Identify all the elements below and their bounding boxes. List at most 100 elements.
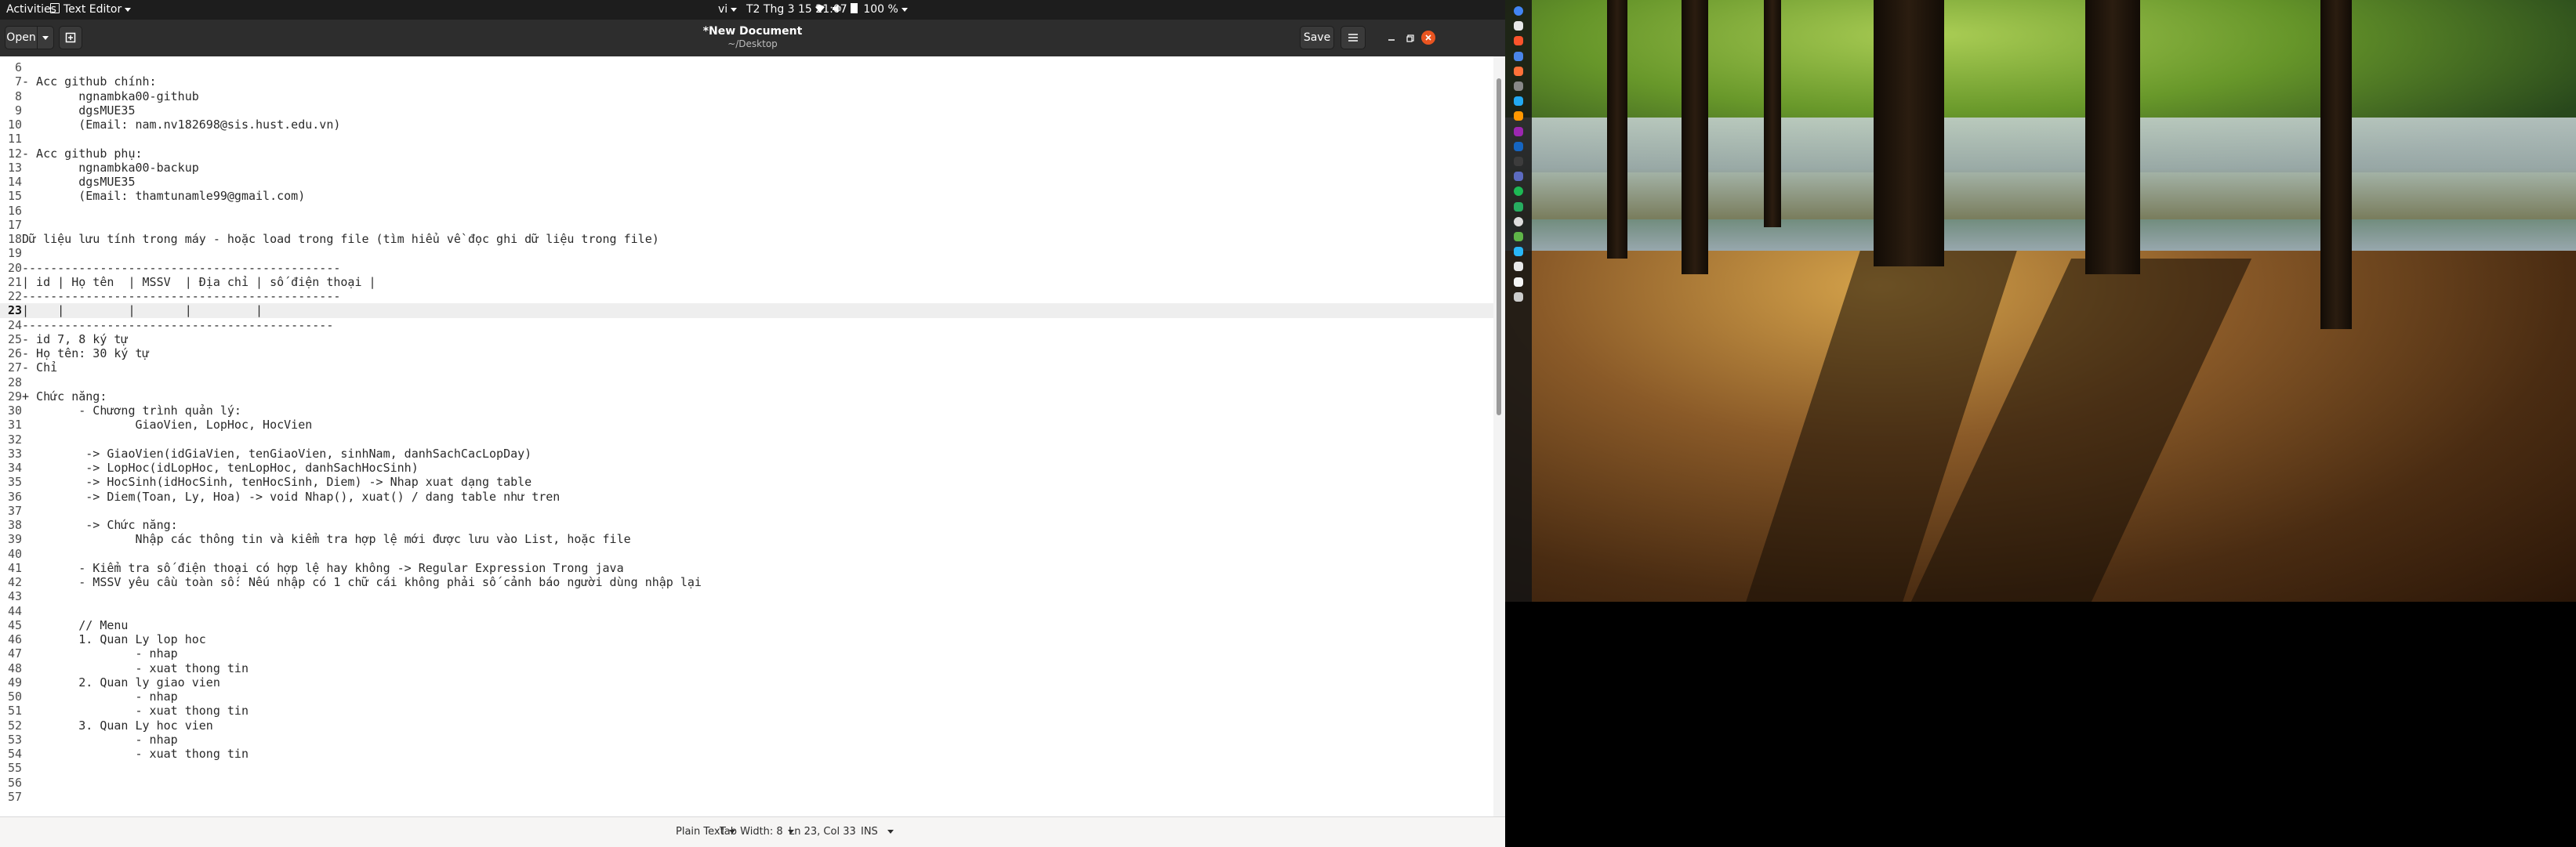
hamburger-menu-button[interactable] xyxy=(1341,26,1366,49)
editor-line[interactable]: 55 xyxy=(0,761,1493,775)
line-text: -> Chức năng: xyxy=(22,518,178,532)
editor-line[interactable]: 11 xyxy=(0,132,1493,146)
editor-line[interactable]: 39 Nhập các thông tin và kiểm tra hợp lệ… xyxy=(0,532,1493,546)
editor-line[interactable]: 25- id 7, 8 ký tự xyxy=(0,332,1493,346)
app-icon[interactable] xyxy=(1514,247,1523,257)
editor-line[interactable]: 28 xyxy=(0,375,1493,389)
editor-line[interactable]: 47 - nhap xyxy=(0,646,1493,661)
ghost-icon[interactable] xyxy=(1514,216,1523,226)
editor-line[interactable]: 16 xyxy=(0,204,1493,218)
files-icon[interactable] xyxy=(1514,262,1523,272)
line-text: - Chương trình quản lý: xyxy=(22,404,241,418)
line-number: 21 xyxy=(7,274,22,289)
editor-line[interactable]: 46 1. Quan Ly lop hoc xyxy=(0,632,1493,646)
editor-line[interactable]: 32 xyxy=(0,433,1493,447)
editor-line[interactable]: 33 -> GiaoVien(idGiaVien, tenGiaoVien, s… xyxy=(0,447,1493,461)
editor-line[interactable]: 8 ngnambka00-github xyxy=(0,89,1493,103)
editor-line[interactable]: 19 xyxy=(0,246,1493,260)
brave-icon[interactable] xyxy=(1514,36,1523,46)
editor-line[interactable]: 17 xyxy=(0,218,1493,232)
editor-line[interactable]: 41 - Kiểm tra số điện thoại có hợp lệ ha… xyxy=(0,561,1493,575)
editor-line[interactable]: 57 xyxy=(0,790,1493,804)
close-icon xyxy=(1425,34,1431,41)
title-area: *New Document ~/Desktop xyxy=(0,25,1505,49)
docs-icon[interactable] xyxy=(1514,51,1523,61)
editor-line[interactable]: 48 - xuat thong tin xyxy=(0,661,1493,675)
line-number: 35 xyxy=(7,475,22,490)
editor-line[interactable]: 9 dgsMUE35 xyxy=(0,103,1493,118)
insert-mode-indicator[interactable]: INS xyxy=(861,826,878,838)
settings-icon[interactable] xyxy=(1514,81,1523,91)
editor-line[interactable]: 22--------------------------------------… xyxy=(0,289,1493,303)
editor-line[interactable]: 44 xyxy=(0,604,1493,618)
text-editor-area[interactable]: 6 7- Acc github chính: 8 ngnambka00-github… xyxy=(0,56,1493,816)
editor-line[interactable]: 15 (Email: thamtunamle99@gmail.com) xyxy=(0,189,1493,203)
editor-line[interactable]: 52 3. Quan Ly hoc vien xyxy=(0,719,1493,733)
close-button[interactable] xyxy=(1421,31,1435,45)
editor-line[interactable]: 51 - xuat thong tin xyxy=(0,704,1493,718)
editor-line[interactable]: 54 - xuat thong tin xyxy=(0,747,1493,761)
dock xyxy=(1505,0,1532,602)
files-icon[interactable] xyxy=(1514,21,1523,31)
editor-line[interactable]: 42 - MSSV yêu cầu toàn số: Nếu nhập có 1… xyxy=(0,575,1493,589)
editor-line[interactable]: 26- Họ tên: 30 ký tự xyxy=(0,346,1493,360)
app-icon[interactable] xyxy=(1514,172,1523,182)
scrollbar-thumb[interactable] xyxy=(1497,78,1501,415)
editor-line[interactable]: 21| id | Họ tên | MSSV | Địa chỉ | số đi… xyxy=(0,275,1493,289)
editor-line[interactable]: 56 xyxy=(0,776,1493,790)
app-menu[interactable]: Text Editor xyxy=(50,3,132,16)
app-icon[interactable] xyxy=(1514,126,1523,136)
line-text: - nhap xyxy=(22,646,178,661)
line-number: 52 xyxy=(7,718,22,733)
terminal-icon[interactable] xyxy=(1514,157,1523,166)
maximize-button[interactable] xyxy=(1405,32,1416,43)
editor-line[interactable]: 49 2. Quan ly giao vien xyxy=(0,675,1493,690)
input-method-menu[interactable]: vi xyxy=(718,3,738,16)
line-number: 43 xyxy=(7,589,22,604)
editor-line[interactable]: 24--------------------------------------… xyxy=(0,318,1493,332)
editor-line[interactable]: 10 (Email: nam.nv182698@sis.hust.edu.vn) xyxy=(0,118,1493,132)
text-editor-icon[interactable] xyxy=(1514,277,1523,287)
editor-line[interactable]: 18Dữ liệu lưu tính trong máy - hoặc load… xyxy=(0,232,1493,246)
vertical-scrollbar[interactable] xyxy=(1493,56,1505,816)
editor-line[interactable]: 27- Chỉ xyxy=(0,360,1493,375)
editor-line[interactable]: 53 - nhap xyxy=(0,733,1493,747)
editor-line[interactable]: 43 xyxy=(0,589,1493,603)
editor-line[interactable]: 20--------------------------------------… xyxy=(0,261,1493,275)
editor-line[interactable]: 45 // Menu xyxy=(0,618,1493,632)
save-button[interactable]: Save xyxy=(1300,26,1334,49)
editor-line[interactable]: 29+ Chức năng: xyxy=(0,389,1493,404)
editor-line[interactable]: 7- Acc github chính: xyxy=(0,74,1493,89)
editor-line[interactable]: 40 xyxy=(0,547,1493,561)
show-apps-icon[interactable] xyxy=(1514,291,1523,302)
editor-line[interactable]: 37 xyxy=(0,504,1493,518)
editor-line[interactable]: 23| | | | | xyxy=(0,303,1493,318)
activities-button[interactable]: Activities xyxy=(6,3,56,16)
chrome-icon[interactable] xyxy=(1514,6,1523,16)
editor-line[interactable]: 34 -> LopHoc(idLopHoc, tenLopHoc, danhSa… xyxy=(0,461,1493,475)
system-menu[interactable]: 100 % xyxy=(815,3,908,16)
editor-line[interactable]: 14 dgsMUE35 xyxy=(0,175,1493,189)
editor-line[interactable]: 30 - Chương trình quản lý: xyxy=(0,404,1493,418)
line-number: 30 xyxy=(7,404,22,418)
minimize-button[interactable] xyxy=(1386,32,1397,43)
editor-line[interactable]: 35 -> HocSinh(idHocSinh, tenHocSinh, Die… xyxy=(0,475,1493,489)
editor-line[interactable]: 31 GiaoVien, LopHoc, HocVien xyxy=(0,418,1493,432)
chat-icon[interactable] xyxy=(1514,232,1523,241)
editor-line[interactable]: 38 -> Chức năng: xyxy=(0,518,1493,532)
editor-line[interactable]: 36 -> Diem(Toan, Ly, Hoa) -> void Nhap()… xyxy=(0,490,1493,504)
tab-width-selector[interactable]: Tab Width: 8 xyxy=(720,826,794,838)
sublime-icon[interactable] xyxy=(1514,111,1523,121)
xmind-icon[interactable] xyxy=(1514,201,1523,212)
editor-line[interactable]: 13 ngnambka00-backup xyxy=(0,161,1493,175)
spotify-icon[interactable] xyxy=(1514,186,1523,197)
editor-line[interactable]: 12- Acc github phụ: xyxy=(0,147,1493,161)
chevron-down-icon xyxy=(125,7,132,12)
line-number: 24 xyxy=(7,317,22,332)
editor-line[interactable]: 6 xyxy=(0,60,1493,74)
firefox-icon[interactable] xyxy=(1514,66,1523,76)
vscode-icon[interactable] xyxy=(1514,96,1523,107)
wifi-icon xyxy=(815,3,828,16)
mail-icon[interactable] xyxy=(1514,141,1523,151)
editor-line[interactable]: 50 - nhap xyxy=(0,690,1493,704)
